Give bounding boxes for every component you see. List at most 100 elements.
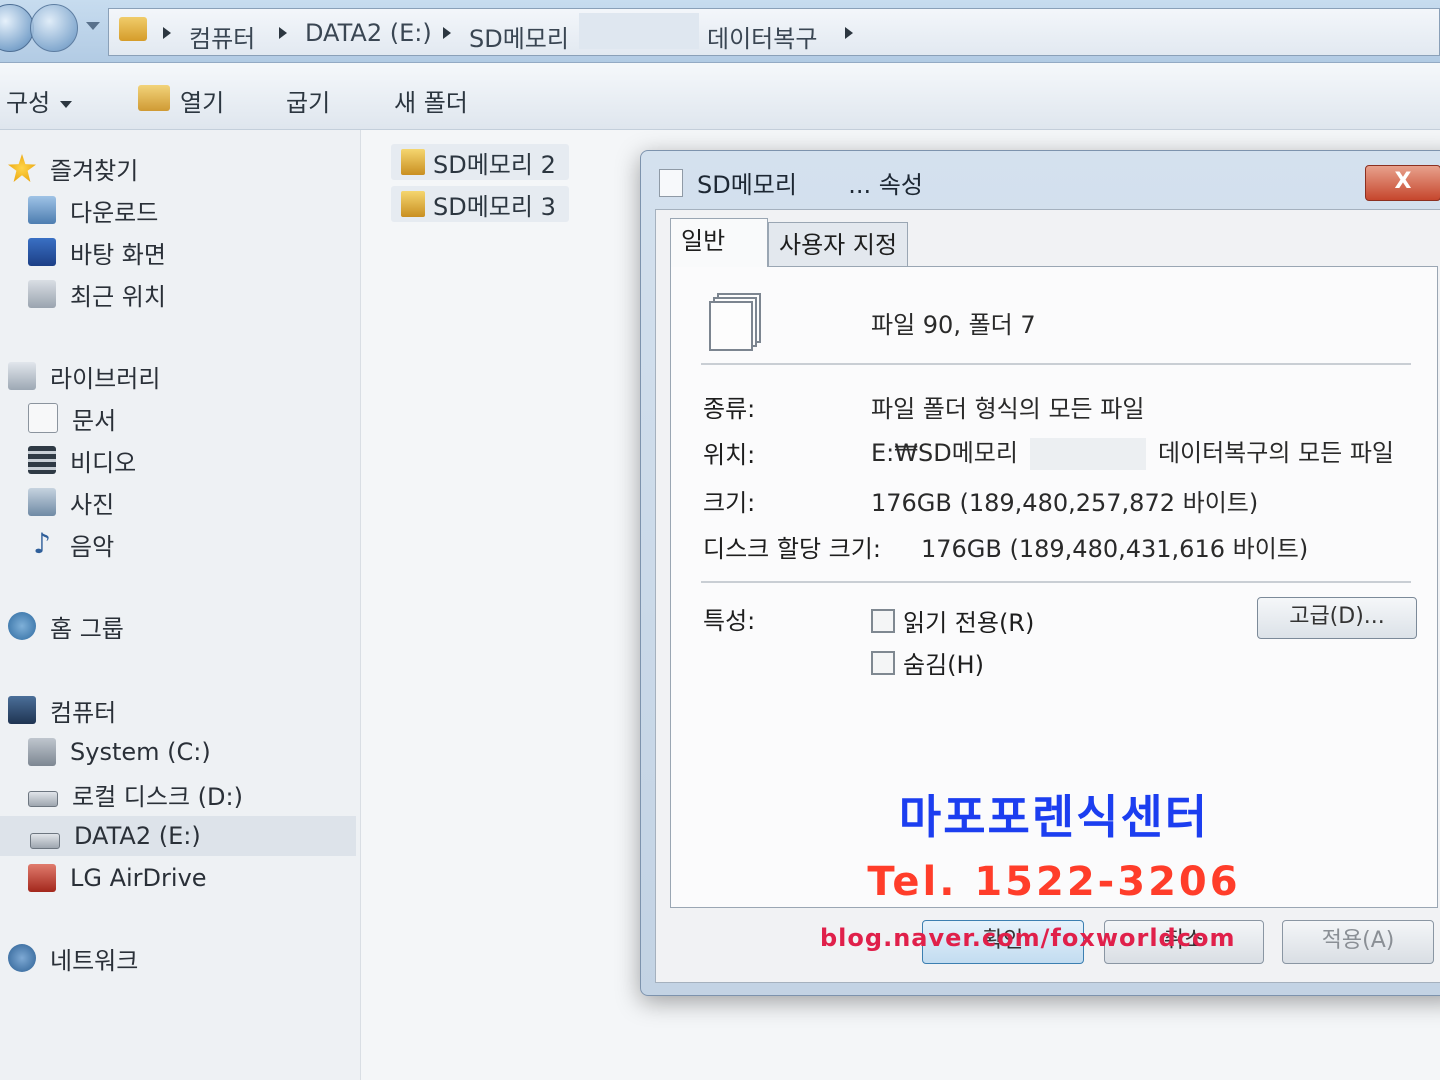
attributes-label: 특성: — [703, 607, 756, 635]
sidebar-item-videos[interactable]: 비디오 — [28, 440, 136, 480]
chevron-right-icon[interactable] — [279, 27, 287, 39]
dialog-title: SD메모리 ... 속성 — [697, 165, 923, 200]
star-icon — [8, 154, 36, 182]
dialog-title-prefix: SD메모리 — [697, 171, 797, 199]
watermark-name: 마포포렌식센터 — [898, 790, 1210, 844]
document-icon — [28, 403, 58, 433]
sidebar-item-desktop[interactable]: 바탕 화면 — [28, 232, 166, 272]
sidebar-label: 네트워크 — [50, 946, 139, 975]
apply-button[interactable]: 적용(A) — [1282, 920, 1434, 964]
sidebar-item-downloads[interactable]: 다운로드 — [28, 190, 158, 230]
downloads-icon — [28, 196, 56, 224]
tab-general[interactable]: 일반 — [670, 218, 768, 267]
multiple-files-icon — [709, 293, 761, 351]
sidebar-label: 비디오 — [70, 448, 137, 477]
sidebar-label: 음악 — [70, 532, 115, 561]
size-value: 176GB (189,480,257,872 바이트) — [871, 489, 1259, 517]
folder-icon — [401, 191, 425, 217]
burn-button[interactable]: 굽기 — [286, 83, 330, 118]
film-icon — [28, 446, 56, 474]
desktop-icon — [28, 238, 56, 266]
folder-icon — [401, 149, 425, 175]
type-value: 파일 폴더 형식의 모든 파일 — [871, 395, 1145, 423]
breadcrumb-sd-memory[interactable]: SD메모리 — [469, 19, 569, 54]
chevron-right-icon[interactable] — [163, 27, 171, 39]
hidden-label: 숨김(H) — [903, 651, 984, 679]
file-name: SD메모리 3 — [433, 192, 556, 221]
sidebar-item-drive-d[interactable]: 로컬 디스크 (D:) — [28, 774, 243, 814]
sidebar-item-drive-c[interactable]: System (C:) — [28, 732, 211, 772]
new-folder-button[interactable]: 새 폴더 — [394, 83, 468, 118]
library-icon — [8, 362, 36, 390]
sidebar-label: 홈 그룹 — [50, 614, 124, 643]
sidebar-label: 로컬 디스크 (D:) — [72, 782, 243, 811]
caret-down-icon — [60, 100, 73, 108]
system-drive-icon — [28, 738, 56, 766]
forward-button[interactable] — [30, 4, 78, 52]
hard-drive-icon — [30, 833, 60, 849]
sidebar-item-airdrive[interactable]: LG AirDrive — [28, 858, 207, 898]
chevron-right-icon[interactable] — [443, 27, 451, 39]
disk-size-label: 디스크 할당 크기: — [703, 535, 881, 563]
organize-label: 구성 — [6, 89, 51, 117]
breadcrumb[interactable]: 컴퓨터 DATA2 (E:) SD메모리 데이터복구 — [108, 8, 1440, 56]
sidebar-item-drive-e[interactable]: DATA2 (E:) — [0, 816, 356, 856]
sidebar-label: 바탕 화면 — [70, 240, 166, 269]
redacted-area — [1029, 438, 1146, 470]
sidebar-label: DATA2 (E:) — [74, 822, 201, 850]
chevron-right-icon[interactable] — [845, 27, 853, 39]
list-item[interactable]: SD메모리 2 — [391, 144, 569, 180]
location-prefix: E:₩SD메모리 — [871, 439, 1018, 467]
sidebar-item-homegroup[interactable]: 홈 그룹 — [8, 606, 124, 646]
sidebar-label: 라이브러리 — [50, 364, 161, 393]
navigation-pane: 즐겨찾기 다운로드 바탕 화면 최근 위치 라이브러리 문서 비디오 사진 ♪ … — [0, 130, 361, 1080]
advanced-button[interactable]: 고급(D)... — [1257, 597, 1417, 639]
sidebar-item-computer[interactable]: 컴퓨터 — [8, 690, 116, 730]
sidebar-label: LG AirDrive — [70, 864, 207, 892]
properties-dialog: SD메모리 ... 속성 X 일반 사용자 지정 파일 90, 폴더 7 종류:… — [640, 150, 1440, 996]
open-button[interactable]: 열기 — [180, 83, 224, 118]
open-folder-icon — [138, 85, 170, 111]
checkbox-unchecked-icon[interactable] — [871, 650, 895, 675]
homegroup-icon — [8, 612, 36, 640]
sidebar-item-documents[interactable]: 문서 — [28, 398, 116, 438]
summary-text: 파일 90, 폴더 7 — [871, 311, 1036, 339]
breadcrumb-drive-e[interactable]: DATA2 (E:) — [305, 19, 432, 47]
sidebar-item-network[interactable]: 네트워크 — [8, 938, 138, 978]
breadcrumb-data-recovery[interactable]: 데이터복구 — [707, 19, 817, 54]
size-label: 크기: — [703, 489, 756, 517]
divider — [701, 581, 1411, 583]
list-item[interactable]: SD메모리 3 — [391, 186, 569, 222]
general-tab-panel: 파일 90, 폴더 7 종류: 파일 폴더 형식의 모든 파일 위치: E:₩S… — [670, 266, 1438, 908]
watermark-tel: Tel. 1522-3206 — [867, 859, 1241, 905]
recent-pages-chevron-icon[interactable] — [86, 22, 100, 30]
tab-customize[interactable]: 사용자 지정 — [768, 222, 909, 267]
folder-icon — [119, 17, 147, 41]
close-button[interactable]: X — [1365, 165, 1440, 201]
location-value: E:₩SD메모리 데이터복구의 모든 파일 — [871, 433, 1394, 470]
readonly-label: 읽기 전용(R) — [903, 609, 1035, 637]
checkbox-unchecked-icon[interactable] — [871, 608, 895, 633]
hard-drive-icon — [28, 791, 58, 807]
location-label: 위치: — [703, 441, 756, 469]
file-name: SD메모리 2 — [433, 150, 556, 179]
location-suffix: 데이터복구의 모든 파일 — [1157, 439, 1394, 467]
sidebar-item-music[interactable]: ♪ 음악 — [28, 524, 114, 564]
address-bar: 컴퓨터 DATA2 (E:) SD메모리 데이터복구 — [0, 0, 1440, 63]
command-bar: 구성 열기 굽기 새 폴더 — [0, 63, 1440, 130]
redacted-area — [579, 13, 699, 49]
sidebar-item-recent[interactable]: 최근 위치 — [28, 274, 166, 314]
hidden-checkbox[interactable]: 숨김(H) — [871, 645, 984, 680]
type-label: 종류: — [703, 395, 756, 423]
breadcrumb-computer[interactable]: 컴퓨터 — [189, 19, 255, 54]
sidebar-item-libraries[interactable]: 라이브러리 — [8, 356, 160, 396]
picture-icon — [28, 488, 56, 516]
readonly-checkbox[interactable]: 읽기 전용(R) — [871, 603, 1034, 638]
back-button[interactable] — [0, 4, 34, 52]
sidebar-item-favorites[interactable]: 즐겨찾기 — [8, 148, 138, 188]
dialog-body: 일반 사용자 지정 파일 90, 폴더 7 종류: 파일 폴더 형식의 모든 파… — [655, 209, 1440, 983]
watermark-blog: blog.naver.com/foxworldcom — [820, 924, 1236, 952]
organize-button[interactable]: 구성 — [6, 83, 73, 118]
sidebar-item-pictures[interactable]: 사진 — [28, 482, 114, 522]
divider — [701, 363, 1411, 365]
